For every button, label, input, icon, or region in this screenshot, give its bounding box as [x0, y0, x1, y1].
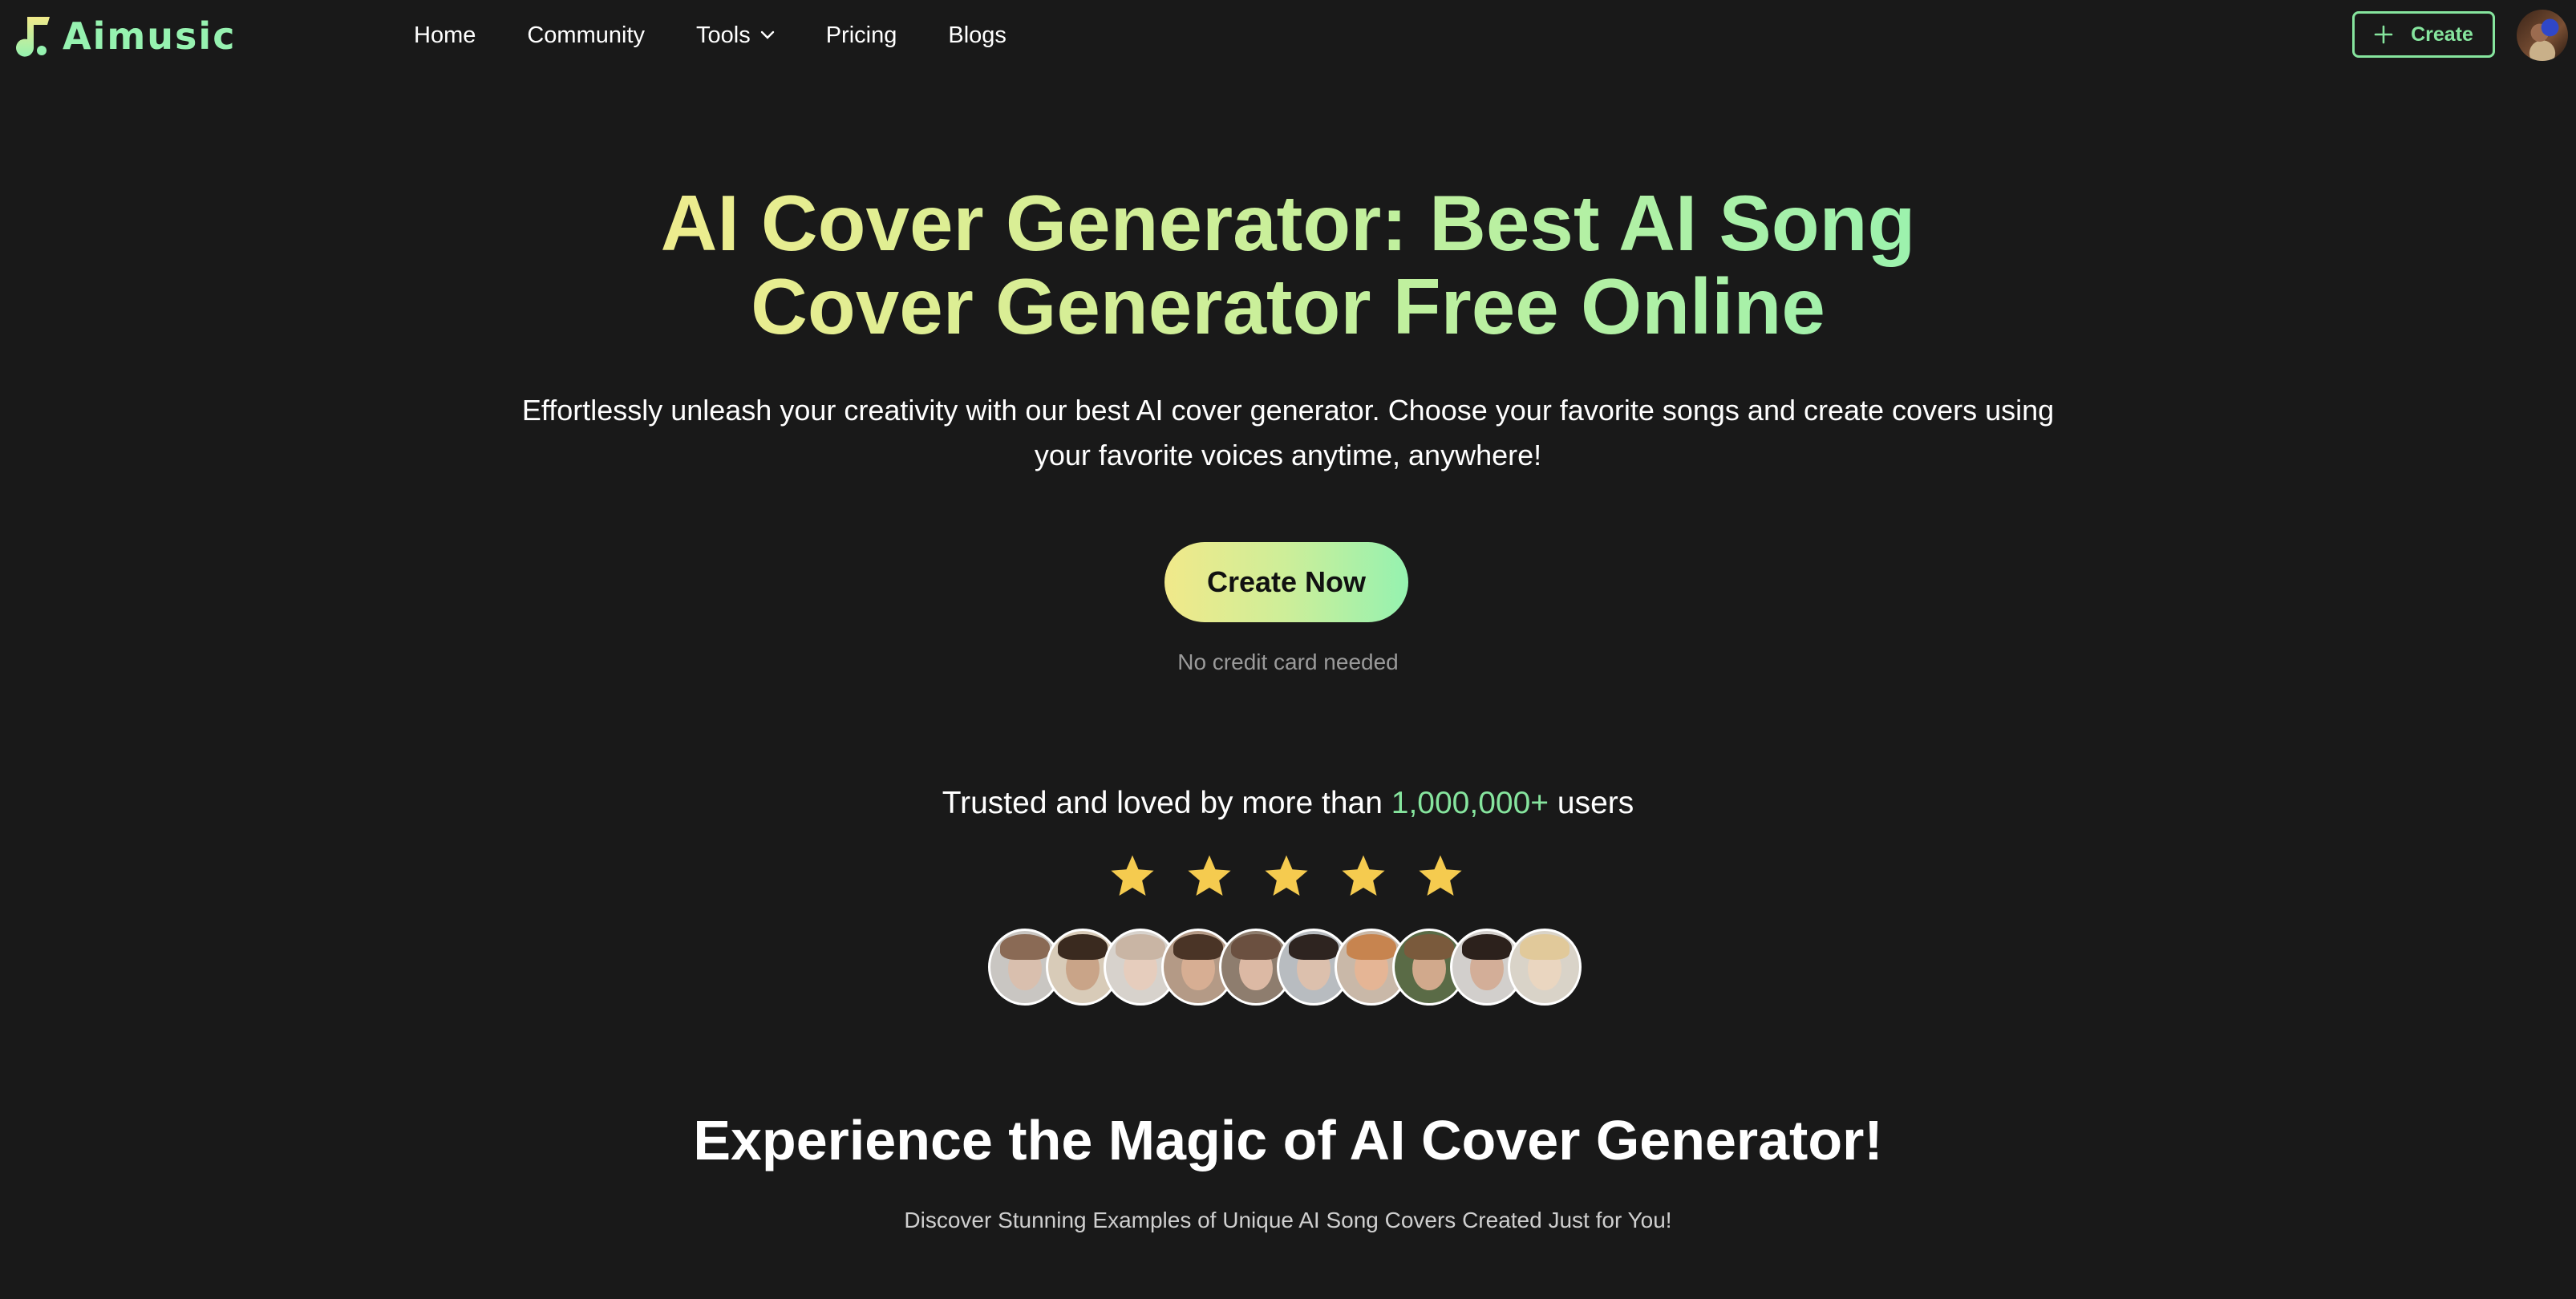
- user-avatar[interactable]: [2517, 10, 2568, 61]
- nav-community[interactable]: Community: [527, 22, 645, 49]
- rating-stars: [1107, 852, 1466, 901]
- brand-logo[interactable]: Aimusic: [10, 14, 236, 58]
- section-subtitle: Discover Stunning Examples of Unique AI …: [904, 1208, 1672, 1232]
- plus-icon: [2374, 25, 2393, 44]
- top-navbar: Aimusic Home Community Tools Pricing Blo…: [0, 0, 2576, 71]
- create-button-label: Create: [2411, 22, 2473, 46]
- nav-tools-label: Tools: [696, 22, 751, 48]
- create-button[interactable]: Create: [2352, 11, 2495, 58]
- nav-tools-dropdown[interactable]: Tools: [696, 22, 775, 49]
- nav-blogs[interactable]: Blogs: [948, 22, 1007, 49]
- chevron-down-icon: [760, 30, 774, 39]
- user-count: 1,000,000+: [1391, 786, 1549, 820]
- star-icon: [1342, 855, 1385, 896]
- star-icon: [1188, 855, 1231, 896]
- star-icon: [1419, 855, 1462, 896]
- star-icon: [1265, 855, 1308, 896]
- no-credit-card-note: No credit card needed: [1177, 650, 1399, 674]
- brand-name: Aimusic: [63, 14, 237, 58]
- user-face-avatar: [1508, 929, 1582, 1006]
- hero-title: AI Cover Generator: Best AI Song Cover G…: [0, 181, 2576, 348]
- trust-statement: Trusted and loved by more than 1,000,000…: [0, 786, 2576, 821]
- star-icon: [1111, 855, 1154, 896]
- user-faces: [988, 929, 1582, 1006]
- create-now-button[interactable]: Create Now: [1164, 542, 1408, 622]
- nav-pricing[interactable]: Pricing: [826, 22, 897, 49]
- main-nav: Home Community Tools Pricing Blogs: [414, 18, 1058, 53]
- nav-blogs-label: Blogs: [948, 22, 1007, 48]
- nav-home[interactable]: Home: [414, 22, 476, 49]
- nav-home-label: Home: [414, 22, 476, 48]
- trust-suffix: users: [1549, 786, 1634, 820]
- nav-pricing-label: Pricing: [825, 22, 897, 48]
- trust-prefix: Trusted and loved by more than: [942, 786, 1391, 820]
- section-title: Experience the Magic of AI Cover Generat…: [693, 1109, 1883, 1172]
- music-note-icon: [16, 17, 50, 57]
- nav-community-label: Community: [527, 22, 646, 48]
- hero-title-text: AI Cover Generator: Best AI Song Cover G…: [574, 181, 2002, 348]
- hero-subtitle: Effortlessly unleash your creativity wit…: [521, 394, 2055, 471]
